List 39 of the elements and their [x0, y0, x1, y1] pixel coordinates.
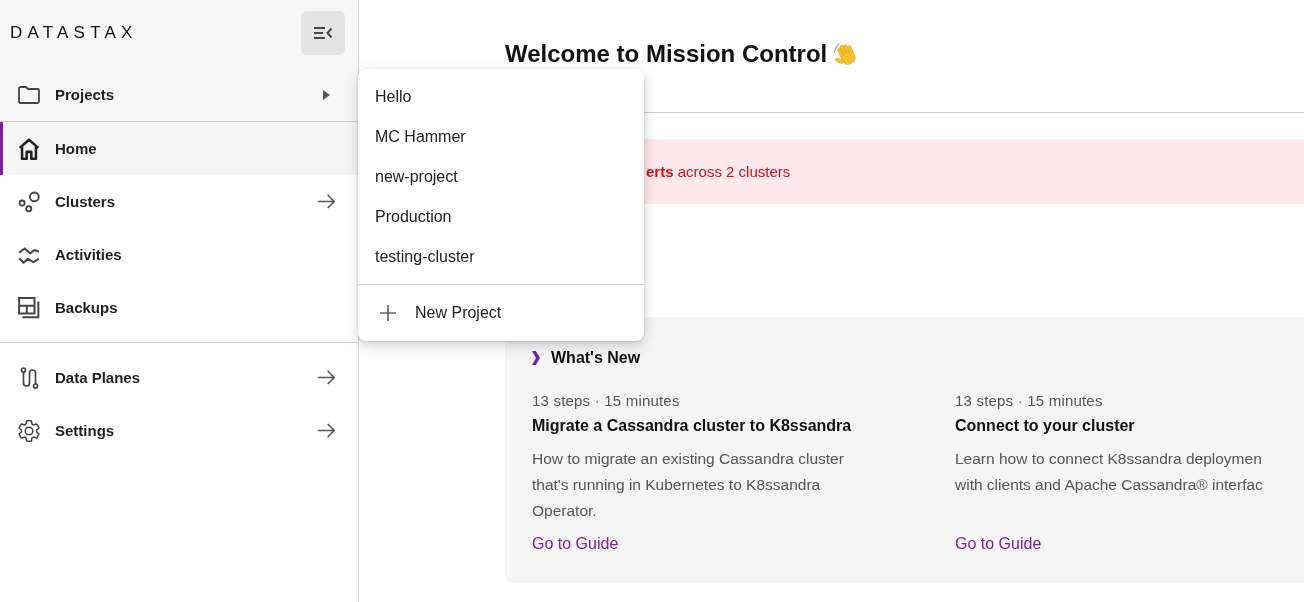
- collapse-sidebar-button[interactable]: [301, 11, 345, 55]
- sidebar-item[interactable]: Activities: [0, 228, 358, 281]
- home-icon: [18, 137, 40, 160]
- new-project-button[interactable]: New Project: [358, 293, 644, 333]
- guide-description: Learn how to connect K8ssandra deploymen with clients and Apache Cassandra® interfac: [955, 449, 1263, 495]
- alert-text: erts across 2 clusters: [646, 163, 791, 180]
- projects-menu-item[interactable]: Projects: [0, 68, 358, 121]
- page-title: Welcome to Mission Control: [505, 40, 828, 68]
- menu-item[interactable]: testing-cluster: [358, 237, 644, 277]
- menu-item[interactable]: MC Hammer: [358, 117, 644, 157]
- chevron-right-icon: [532, 351, 540, 365]
- plus-icon: [380, 305, 396, 321]
- menu-item[interactable]: new-project: [358, 157, 644, 197]
- guide-description: How to migrate an existing Cassandra cluster that's running in Kubernetes to K8ssandra Operator.: [532, 449, 844, 521]
- logo: DATASTAX: [10, 22, 138, 44]
- folder-icon: [18, 83, 40, 106]
- menu-item[interactable]: Production: [358, 197, 644, 237]
- guide-link[interactable]: Go to Guide: [532, 524, 619, 554]
- settings-icon: [18, 419, 40, 442]
- sidebar-item[interactable]: Backups: [0, 281, 358, 334]
- guide-meta: 13 steps · 15 minutes: [532, 391, 680, 411]
- guide-title: Connect to your cluster: [955, 416, 1135, 436]
- route-icon: [18, 366, 40, 389]
- arrow-right-icon: [317, 194, 336, 209]
- backup-icon: [18, 296, 40, 319]
- guide-title: Migrate a Cassandra cluster to K8ssandra: [532, 416, 852, 436]
- collapse-menu-icon: [313, 26, 333, 40]
- guide-meta: 13 steps · 15 minutes: [955, 391, 1103, 411]
- sidebar-item[interactable]: Settings: [0, 404, 358, 457]
- menu-item[interactable]: Hello: [358, 77, 644, 117]
- sidebar-item[interactable]: Data Planes: [0, 351, 358, 404]
- sidebar-item[interactable]: Home: [0, 122, 358, 175]
- arrow-right-icon: [317, 370, 336, 385]
- arrow-right-icon: [317, 423, 336, 438]
- caret-right-icon: [323, 89, 330, 100]
- circles-icon: [18, 190, 40, 213]
- sidebar-item[interactable]: Clusters: [0, 175, 358, 228]
- section-title: What's New: [551, 349, 641, 367]
- guide-link[interactable]: Go to Guide: [955, 524, 1042, 554]
